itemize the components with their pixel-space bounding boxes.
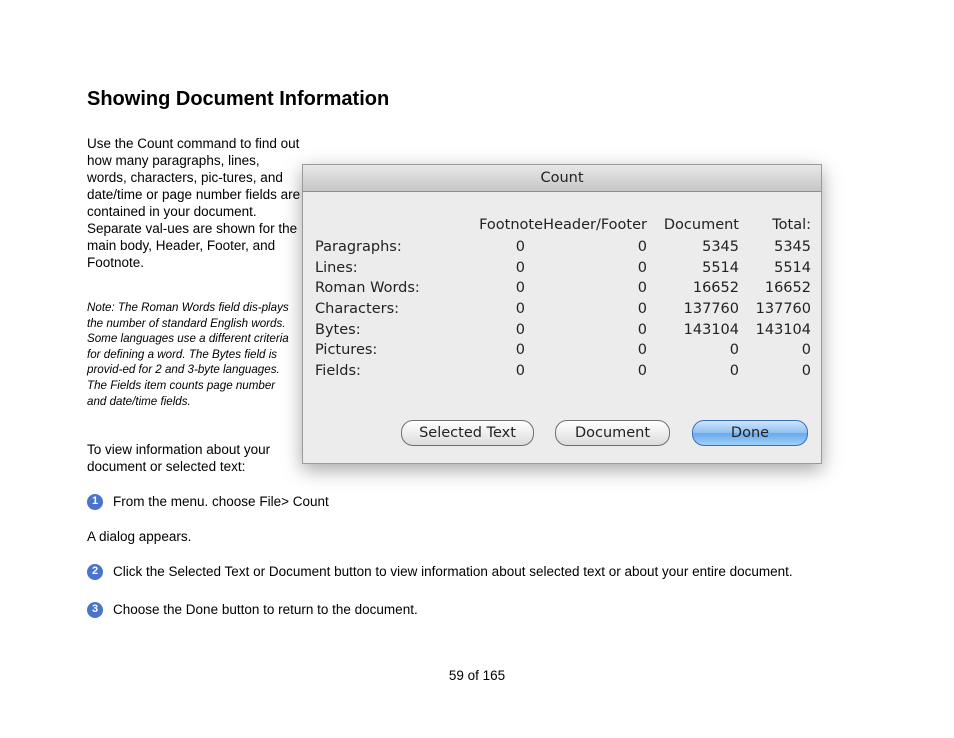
header-footer-value: 0 <box>637 321 647 338</box>
step-number-icon: 3 <box>87 601 103 618</box>
step-text: Choose the Done button to return to the … <box>113 602 418 617</box>
dialog-title: Count <box>303 165 821 192</box>
table-row: Pictures: 0 0 0 0 <box>313 340 811 361</box>
total-value: 0 <box>801 342 811 359</box>
dialog-appears-text: A dialog appears. <box>87 529 192 544</box>
table-header-row: Footnote Header/Footer Document Total: <box>313 213 811 237</box>
table-row: Fields: 0 0 0 0 <box>313 361 811 382</box>
document-value: 16652 <box>692 280 739 297</box>
selected-text-button[interactable]: Selected Text <box>401 420 534 446</box>
document-button[interactable]: Document <box>555 420 670 446</box>
header-document: Document <box>663 217 739 233</box>
footnote-value: 0 <box>515 362 525 379</box>
table-row: Roman Words: 0 0 16652 16652 <box>313 278 811 299</box>
header-footer-value: 0 <box>637 239 647 256</box>
count-dialog: Count Footnote Header/Footer Document To… <box>302 164 822 464</box>
header-footer-value: 0 <box>637 342 647 359</box>
footnote-value: 0 <box>515 280 525 297</box>
row-label: Bytes: <box>315 321 361 338</box>
footnote-value: 0 <box>515 259 525 276</box>
done-button[interactable]: Done <box>692 420 808 446</box>
footnote-value: 0 <box>515 301 525 318</box>
table-row: Bytes: 0 0 143104 143104 <box>313 319 811 340</box>
step-text: From the menu. choose File> Count <box>113 494 329 509</box>
count-table: Footnote Header/Footer Document Total: P… <box>313 213 811 381</box>
step-number-icon: 2 <box>87 563 103 580</box>
footnote-value: 0 <box>515 342 525 359</box>
row-label: Lines: <box>315 259 358 276</box>
header-footer-value: 0 <box>637 280 647 297</box>
document-value: 5514 <box>702 259 739 276</box>
document-value: 5345 <box>702 239 739 256</box>
total-value: 16652 <box>764 280 811 297</box>
view-info-paragraph: To view information about your document … <box>87 442 271 474</box>
row-label: Characters: <box>315 301 400 318</box>
header-blank <box>313 213 445 237</box>
table-row: Paragraphs: 0 0 5345 5345 <box>313 237 811 258</box>
step-3: 3 Choose the Done button to return to th… <box>87 601 418 618</box>
header-footer-value: 0 <box>637 301 647 318</box>
table-row: Lines: 0 0 5514 5514 <box>313 258 811 279</box>
document-value: 0 <box>729 342 739 359</box>
row-label: Pictures: <box>315 342 378 359</box>
header-footer-value: 0 <box>637 259 647 276</box>
total-value: 143104 <box>755 321 811 338</box>
total-value: 137760 <box>755 301 811 318</box>
document-value: 143104 <box>683 321 739 338</box>
step-1: 1 From the menu. choose File> Count <box>87 493 329 510</box>
step-number-icon: 1 <box>87 493 103 510</box>
note-paragraph: Note: The Roman Words field dis-plays th… <box>87 301 289 408</box>
document-value: 137760 <box>683 301 739 318</box>
row-label: Fields: <box>315 362 361 379</box>
header-footnote: Footnote <box>479 217 543 233</box>
total-value: 5345 <box>774 239 811 256</box>
page-title: Showing Document Information <box>87 88 390 110</box>
document-value: 0 <box>729 362 739 379</box>
row-label: Roman Words: <box>315 280 420 297</box>
page-number: 59 of 165 <box>448 668 506 683</box>
total-value: 0 <box>801 362 811 379</box>
header-footer-value: 0 <box>637 362 647 379</box>
header-total: Total: <box>772 217 811 233</box>
step-text: Click the Selected Text or Document butt… <box>113 564 793 579</box>
table-row: Characters: 0 0 137760 137760 <box>313 299 811 320</box>
footnote-value: 0 <box>515 239 525 256</box>
footnote-value: 0 <box>515 321 525 338</box>
row-label: Paragraphs: <box>315 239 402 256</box>
step-2: 2 Click the Selected Text or Document bu… <box>87 563 793 580</box>
intro-paragraph: Use the Count command to find out how ma… <box>87 136 301 270</box>
total-value: 5514 <box>774 259 811 276</box>
header-header-footer: Header/Footer <box>543 217 647 233</box>
